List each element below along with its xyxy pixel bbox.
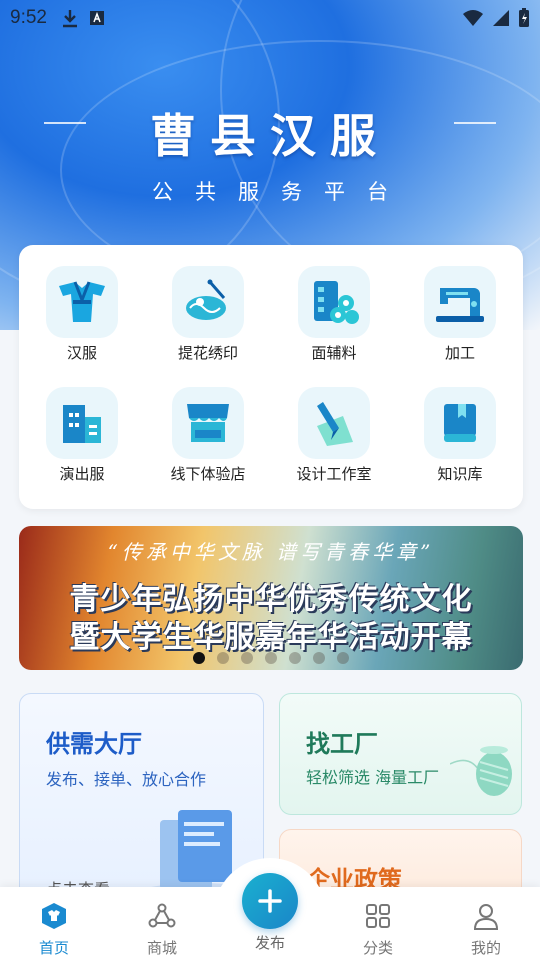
app-subtitle: 公共服务平台 [152, 180, 410, 204]
design-tools-icon [298, 387, 370, 459]
card-subtitle: 轻松筛选 海量工厂 [306, 768, 440, 787]
grid-item-embroidery[interactable]: 提花绣印 [145, 266, 271, 363]
grid-label: 加工 [444, 344, 475, 362]
thread-spool-icon [450, 746, 512, 796]
grid-item-offline-store[interactable]: 线下体验店 [145, 387, 271, 484]
grid-label: 提花绣印 [177, 344, 238, 362]
grid-label: 设计工作室 [296, 465, 372, 483]
grid-item-knowledge-base[interactable]: 知识库 [397, 387, 523, 484]
tab-mall[interactable]: 商城 [108, 887, 216, 960]
pagination-dot[interactable] [193, 652, 205, 664]
grid-label: 线下体验店 [170, 465, 246, 483]
fabric-materials-icon [298, 266, 370, 338]
sewing-machine-icon [424, 266, 496, 338]
hanfu-robe-icon [46, 266, 118, 338]
app-title: 曹县汉服 [150, 109, 390, 163]
grid-label: 知识库 [437, 465, 483, 483]
banner-pagination [193, 652, 349, 664]
pagination-dot[interactable] [217, 652, 229, 664]
cell-signal-icon [493, 10, 509, 26]
grid-item-processing[interactable]: 加工 [397, 266, 523, 363]
pagination-dot[interactable] [313, 652, 325, 664]
card-subtitle: 发布、接单、放心合作 [46, 770, 207, 789]
app-notification-icon [89, 11, 104, 25]
pagination-dot[interactable] [289, 652, 301, 664]
grid-label: 面辅料 [311, 344, 357, 362]
grid-item-hanfu[interactable]: 汉服 [19, 266, 145, 363]
banner-headline-2: 暨大学生华服嘉年华活动开幕 [69, 620, 473, 655]
service-grid: 汉服 提花绣印 面辅料 加工 演出服 线下体验店 设计工作室 知识库 [19, 245, 523, 509]
card-title: 供需大厅 [46, 730, 142, 758]
grid-item-fabric[interactable]: 面辅料 [271, 266, 397, 363]
tab-label: 我的 [470, 939, 501, 957]
promo-banner[interactable]: “传承中华文脉 谱写青春华章” 青少年弘扬中华优秀传统文化 暨大学生华服嘉年华活… [19, 526, 523, 670]
user-icon [473, 904, 499, 930]
plus-icon [258, 889, 282, 913]
home-shirt-icon [42, 903, 66, 929]
pagination-dot[interactable] [337, 652, 349, 664]
storefront-icon [172, 387, 244, 459]
tab-label: 首页 [38, 939, 69, 957]
status-bar: 9:52 [0, 0, 540, 36]
card-title: 找工厂 [306, 730, 378, 758]
tab-mine[interactable]: 我的 [432, 887, 540, 960]
pagination-dot[interactable] [241, 652, 253, 664]
publish-label: 发布 [254, 934, 285, 952]
tab-home[interactable]: 首页 [0, 887, 108, 960]
grid-label: 汉服 [66, 344, 97, 362]
status-time: 9:52 [10, 7, 47, 28]
embroidery-icon [172, 266, 244, 338]
tab-category[interactable]: 分类 [324, 887, 432, 960]
pagination-dot[interactable] [265, 652, 277, 664]
grid-item-performance[interactable]: 演出服 [19, 387, 145, 484]
share-nodes-icon [148, 903, 176, 928]
category-grid-icon [366, 904, 390, 928]
wifi-icon [463, 10, 483, 26]
find-factory-card[interactable]: 找工厂 轻松筛选 海量工厂 [279, 693, 522, 815]
publish-button[interactable] [242, 873, 298, 929]
banner-quote: “传承中华文脉 谱写青春华章” [107, 540, 435, 564]
download-icon [62, 10, 77, 28]
grid-item-design-studio[interactable]: 设计工作室 [271, 387, 397, 484]
tab-label: 商城 [146, 939, 177, 957]
battery-icon [519, 8, 529, 27]
book-icon [424, 387, 496, 459]
building-icon [46, 387, 118, 459]
grid-label: 演出服 [59, 465, 105, 483]
tab-label: 分类 [362, 939, 393, 957]
